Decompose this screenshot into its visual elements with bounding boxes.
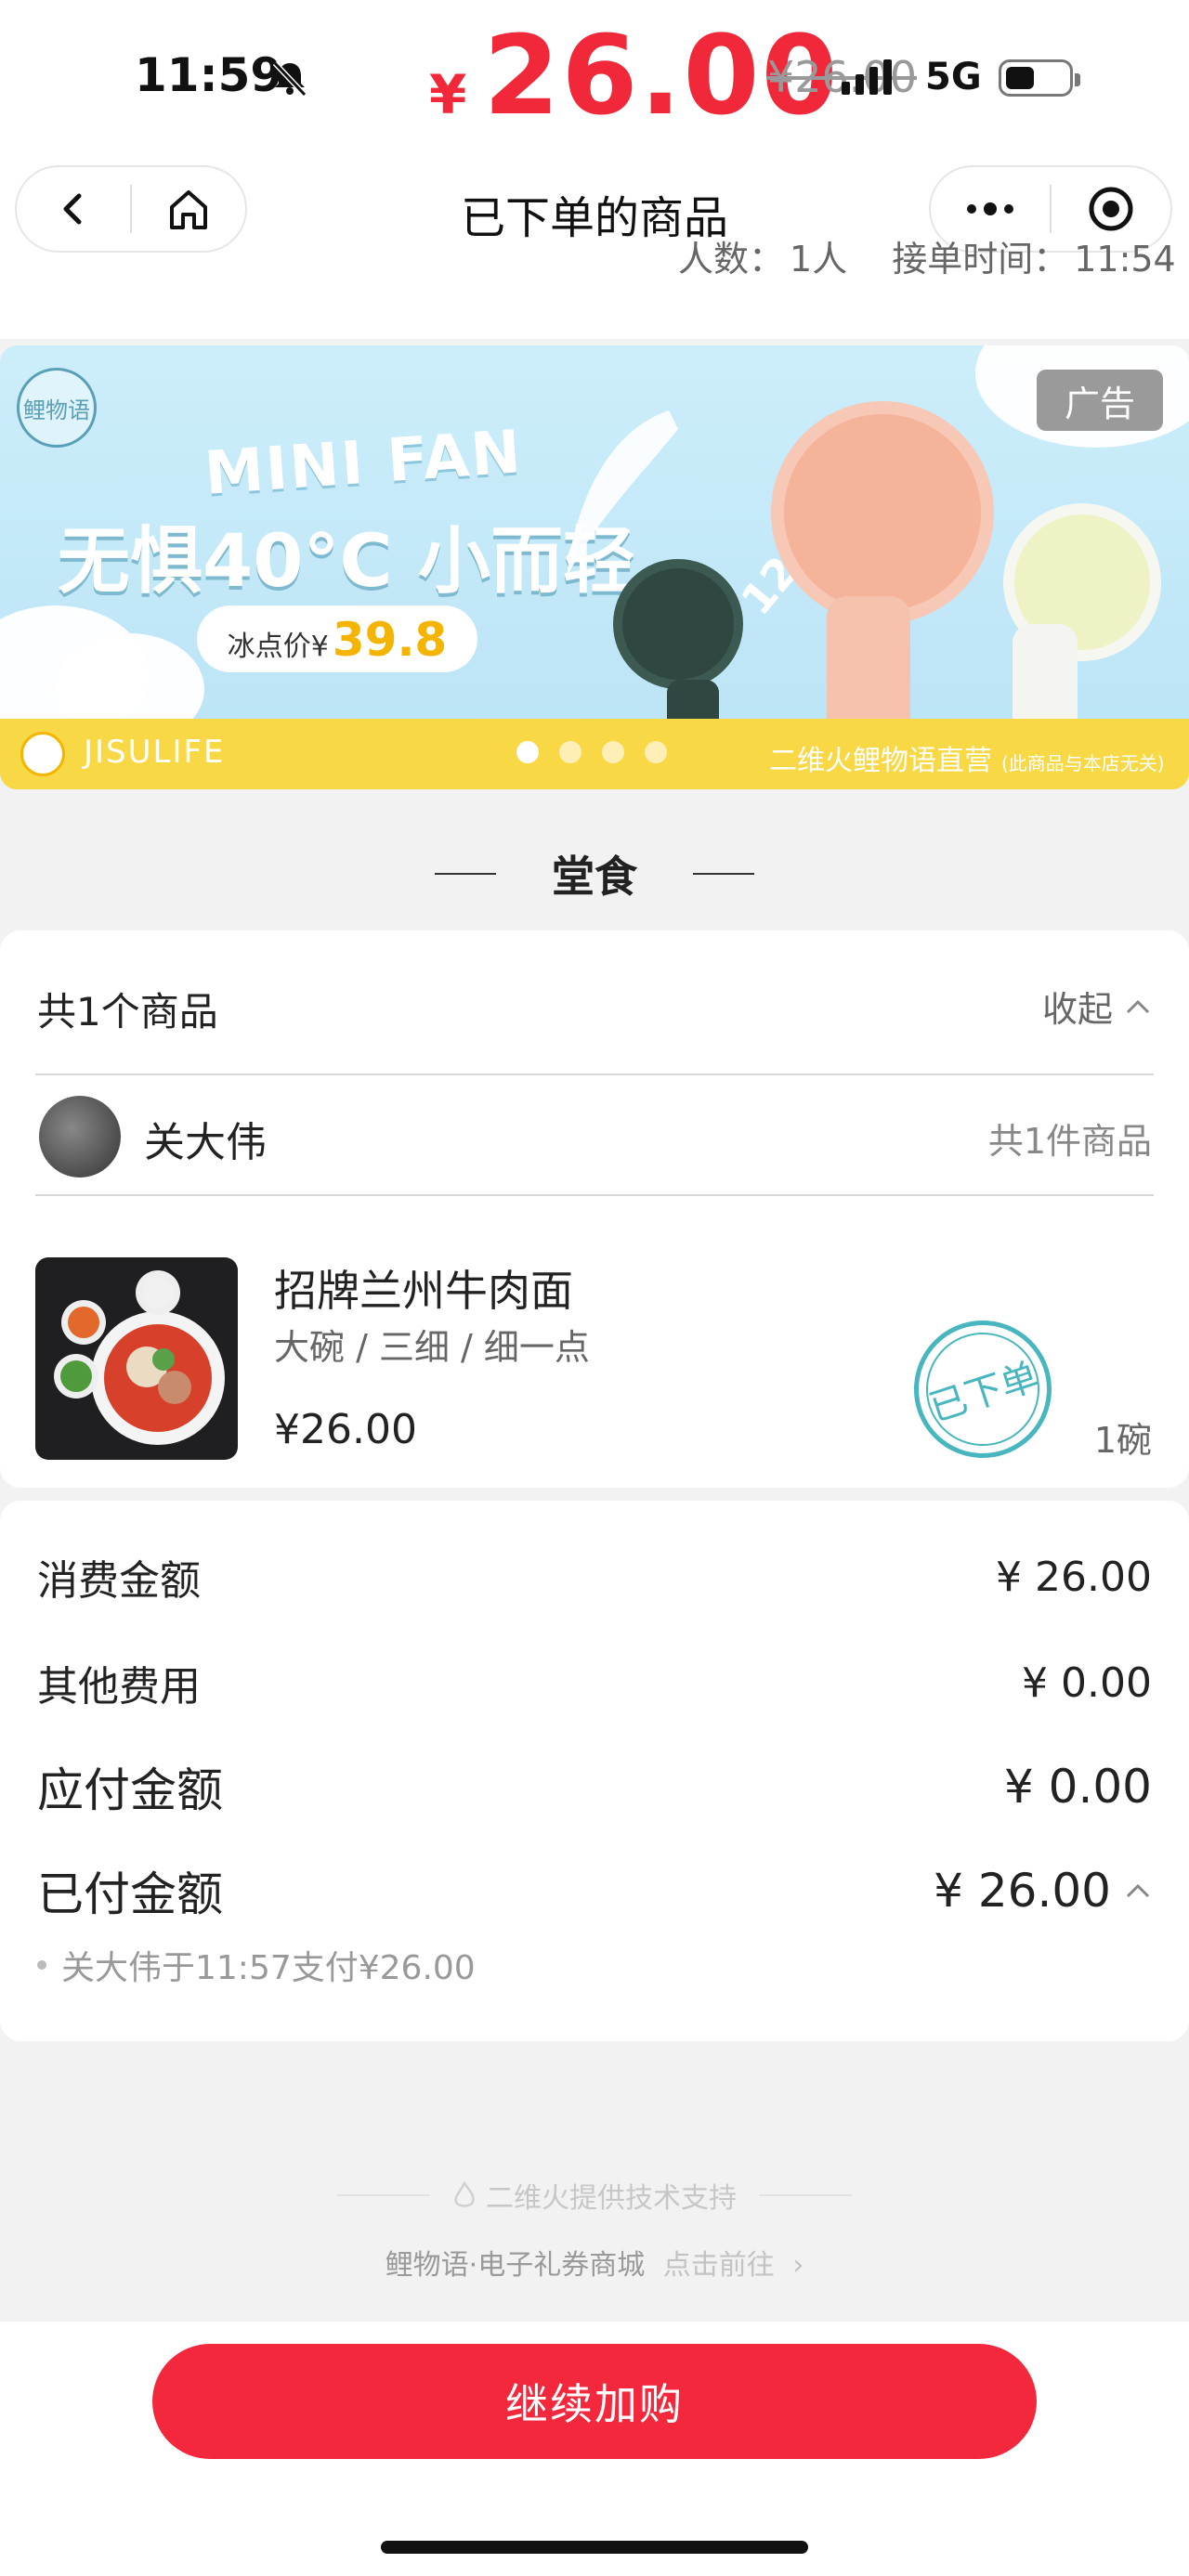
order-card: 共1个商品 收起 关大伟 共1件商品 招牌兰州牛肉面 大碗 / 三细 / 细一点… bbox=[0, 930, 1189, 1488]
paid-label: 已付金额 bbox=[37, 1867, 223, 1921]
mall-link[interactable]: 鲤物语·电子礼券商城 点击前往 › bbox=[0, 2242, 1189, 2283]
paid-value-group: ¥ 26.00 bbox=[934, 1864, 1152, 1918]
continue-adding-button[interactable]: 继续加购 bbox=[152, 2344, 1037, 2459]
banner-tagline: MINI FAN bbox=[202, 418, 525, 509]
network-type: 5G bbox=[925, 56, 982, 98]
time-label: 接单时间： bbox=[892, 239, 1069, 280]
banner-right-text: 二维火鲤物语直营 bbox=[769, 745, 992, 777]
section-title: 堂食 bbox=[0, 843, 1189, 904]
top-header-area: 11:59 ¥ 26.00 ¥26.00 5G 已下单的商品 人数： 1人 接单… bbox=[0, 0, 1189, 339]
banner-price-label: 冰点价¥ bbox=[227, 631, 329, 663]
price-currency: ¥ bbox=[429, 63, 467, 126]
consume-label: 消费金额 bbox=[37, 1557, 201, 1605]
chevron-up-icon bbox=[1126, 1883, 1150, 1898]
signal-icon bbox=[842, 59, 892, 95]
banner-price-box: 冰点价¥ 39.8 bbox=[197, 605, 477, 672]
order-count-header: 共1个商品 bbox=[37, 989, 218, 1034]
order-meta: 人数： 1人 接单时间： 11:54 bbox=[678, 230, 1182, 281]
banner-dot[interactable] bbox=[516, 741, 539, 763]
fan-pink-icon bbox=[771, 401, 994, 624]
user-item-count: 共1件商品 bbox=[987, 1121, 1152, 1162]
dish-name: 招牌兰州牛肉面 bbox=[274, 1266, 573, 1316]
banner-dot[interactable] bbox=[602, 741, 624, 763]
banner-headline: 无惧40°C 小而轻 bbox=[58, 520, 635, 604]
section-title-text: 堂食 bbox=[552, 852, 637, 902]
brand-fan-icon bbox=[20, 732, 65, 776]
mall-link-action: 点击前往 bbox=[662, 2249, 775, 2282]
time-value: 11:54 bbox=[1074, 239, 1176, 280]
paid-row[interactable]: 已付金额 ¥ 26.00 bbox=[37, 1857, 1152, 1924]
chevron-up-icon bbox=[1126, 999, 1150, 1013]
fan-dark-icon bbox=[613, 559, 743, 689]
banner-disclaimer: 二维火鲤物语直营 (此商品与本店无关) bbox=[769, 737, 1165, 778]
banner-bottom-strip: JISULIFE 二维火鲤物语直营 (此商品与本店无关) bbox=[0, 719, 1189, 789]
avatar bbox=[39, 1096, 121, 1177]
more-dots-icon bbox=[967, 202, 1013, 215]
people-label: 人数： bbox=[678, 239, 785, 280]
stamp-text: 已下单 bbox=[924, 1355, 1044, 1431]
dish-price: ¥26.00 bbox=[274, 1406, 417, 1453]
people-value: 1人 bbox=[790, 239, 848, 280]
mall-link-text: 鲤物语·电子礼券商城 bbox=[385, 2249, 646, 2282]
bottom-action-bar: 继续加购 bbox=[0, 2322, 1189, 2576]
payable-row: 应付金额 ¥ 0.00 bbox=[37, 1753, 1152, 1820]
payment-note-text: 关大伟于11:57支付¥26.00 bbox=[61, 1949, 476, 1987]
other-fee-label: 其他费用 bbox=[37, 1663, 201, 1711]
status-time: 11:59 bbox=[135, 48, 283, 102]
payable-value: ¥ 0.00 bbox=[1003, 1760, 1152, 1814]
ordered-stamp: 已下单 bbox=[895, 1302, 1070, 1477]
other-fee-row: 其他费用 ¥ 0.00 bbox=[37, 1653, 1152, 1712]
dish-image bbox=[35, 1257, 238, 1460]
collapse-button[interactable]: 收起 bbox=[1042, 981, 1152, 1032]
banner-logo: 鲤物语 bbox=[17, 368, 97, 448]
tech-support-text: 二维火提供技术支持 bbox=[486, 2182, 737, 2215]
collapse-label: 收起 bbox=[1041, 989, 1113, 1030]
paid-value: ¥ 26.00 bbox=[934, 1864, 1111, 1918]
dish-quantity: 1碗 bbox=[1093, 1420, 1152, 1461]
ad-label: 广告 bbox=[1037, 370, 1163, 431]
chevron-right-icon: › bbox=[792, 2249, 804, 2282]
banner-brand: JISULIFE bbox=[84, 734, 226, 771]
bell-muted-icon bbox=[272, 60, 307, 98]
user-name: 关大伟 bbox=[144, 1119, 267, 1166]
banner-dot[interactable] bbox=[559, 741, 581, 763]
consume-value: ¥ 26.00 bbox=[996, 1553, 1152, 1601]
payment-note: 关大伟于11:57支付¥26.00 bbox=[37, 1941, 476, 1989]
flame-icon bbox=[454, 2181, 475, 2207]
tech-support: 二维火提供技术支持 bbox=[0, 2175, 1189, 2216]
banner-right-small: (此商品与本店无关) bbox=[1001, 752, 1165, 774]
home-indicator bbox=[381, 2541, 808, 2554]
dish-spec: 大碗 / 三细 / 细一点 bbox=[274, 1327, 590, 1368]
battery-icon bbox=[999, 59, 1080, 97]
other-fee-value: ¥ 0.00 bbox=[1022, 1659, 1152, 1707]
banner-price-value: 39.8 bbox=[332, 613, 448, 667]
banner-pagination bbox=[516, 741, 667, 763]
payment-summary-card: 消费金额 ¥ 26.00 其他费用 ¥ 0.00 应付金额 ¥ 0.00 已付金… bbox=[0, 1501, 1189, 2041]
banner-dot[interactable] bbox=[645, 741, 667, 763]
consume-row: 消费金额 ¥ 26.00 bbox=[37, 1547, 1152, 1607]
target-circle-icon bbox=[1089, 187, 1133, 231]
payable-label: 应付金额 bbox=[37, 1763, 223, 1817]
ad-banner[interactable]: 鲤物语 广告 MINI FAN 无惧40°C 小而轻 冰点价¥ 39.8 12小… bbox=[0, 345, 1189, 789]
